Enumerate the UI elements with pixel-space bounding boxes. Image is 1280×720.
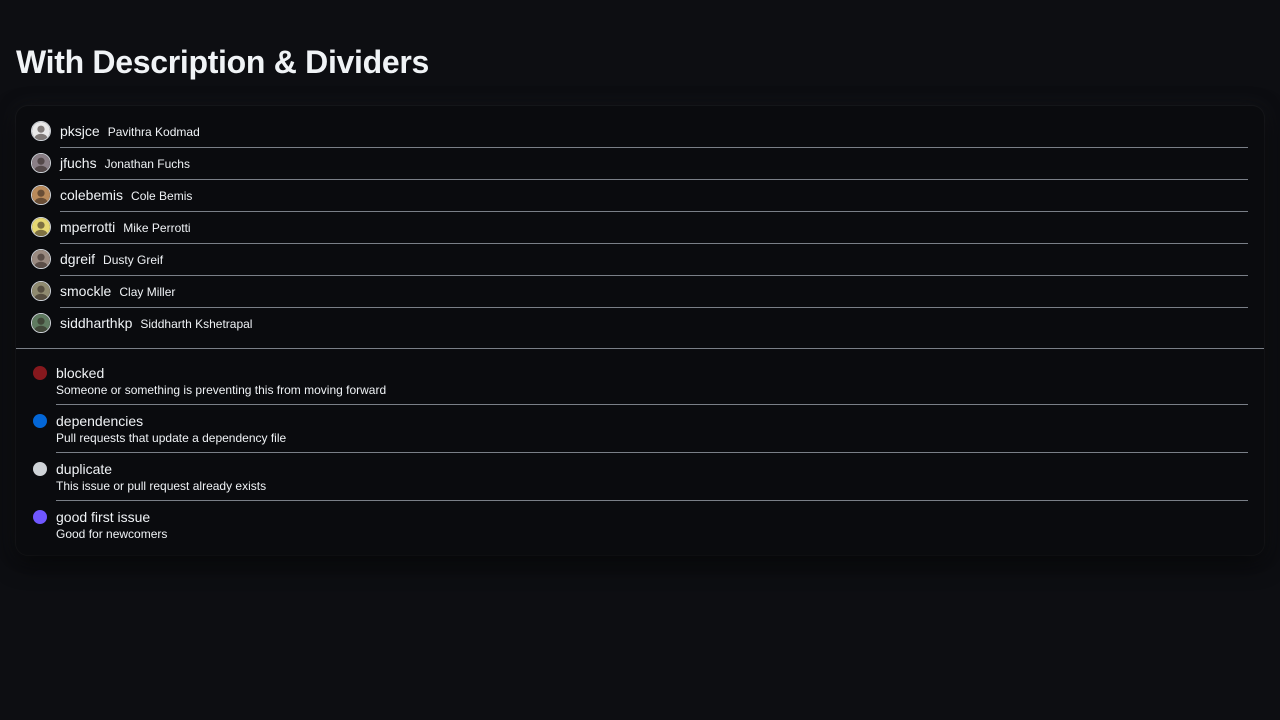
user-text: jfuchs Jonathan Fuchs xyxy=(60,155,190,172)
user-text: mperrotti Mike Perrotti xyxy=(60,219,191,236)
avatar-siddharthkp-icon xyxy=(32,314,50,332)
list-item-user[interactable]: mperrotti Mike Perrotti xyxy=(16,212,1264,244)
list-item-label[interactable]: blocked Someone or something is preventin… xyxy=(16,357,1264,405)
avatar xyxy=(31,121,51,141)
user-full-name: Cole Bemis xyxy=(131,189,193,203)
avatar-colebemis-icon xyxy=(32,186,50,204)
label-color-dot-icon xyxy=(33,462,47,476)
label-group: blocked Someone or something is preventin… xyxy=(16,349,1264,549)
avatar xyxy=(31,313,51,333)
avatar xyxy=(31,217,51,237)
list-item-user[interactable]: dgreif Dusty Greif xyxy=(16,244,1264,276)
user-login: dgreif xyxy=(60,251,96,267)
user-full-name: Jonathan Fuchs xyxy=(104,157,190,171)
user-text: smockle Clay Miller xyxy=(60,283,175,300)
avatar-mperrotti-icon xyxy=(32,218,50,236)
list-item-user[interactable]: colebemis Cole Bemis xyxy=(16,180,1264,212)
list-item-label[interactable]: duplicate This issue or pull request alre… xyxy=(16,453,1264,501)
label-name: dependencies xyxy=(56,413,144,429)
list-item-user[interactable]: smockle Clay Miller xyxy=(16,276,1264,308)
avatar xyxy=(31,185,51,205)
label-name: duplicate xyxy=(56,461,113,477)
label-color-dot-icon xyxy=(33,510,47,524)
label-description: Good for newcomers xyxy=(56,527,168,541)
user-full-name: Mike Perrotti xyxy=(123,221,191,235)
avatar xyxy=(31,249,51,269)
user-group: pksjce Pavithra Kodmad jfuchs Jonathan Fuch… xyxy=(16,106,1264,340)
user-full-name: Siddharth Kshetrapal xyxy=(140,317,253,331)
user-login: pksjce xyxy=(60,123,100,139)
label-name: good first issue xyxy=(56,509,151,525)
list-item-label[interactable]: good first issue Good for newcomers xyxy=(16,501,1264,549)
list-item-user[interactable]: siddharthkp Siddharth Kshetrapal xyxy=(16,308,1264,340)
user-full-name: Pavithra Kodmad xyxy=(107,125,200,139)
user-login: siddharthkp xyxy=(60,315,133,331)
label-color-dot-icon xyxy=(33,414,47,428)
avatar-dgreif-icon xyxy=(32,250,50,268)
user-login: colebemis xyxy=(60,187,124,203)
action-list: pksjce Pavithra Kodmad jfuchs Jonathan Fuch… xyxy=(16,106,1264,555)
avatar xyxy=(31,153,51,173)
label-description: Someone or something is preventing this … xyxy=(56,383,387,397)
label-description: This issue or pull request already exist… xyxy=(56,479,267,493)
avatar-smockle-icon xyxy=(32,282,50,300)
user-text: pksjce Pavithra Kodmad xyxy=(60,123,200,140)
avatar-jfuchs-icon xyxy=(32,154,50,172)
user-text: siddharthkp Siddharth Kshetrapal xyxy=(60,315,252,332)
user-full-name: Clay Miller xyxy=(119,285,176,299)
list-item-user[interactable]: pksjce Pavithra Kodmad xyxy=(16,116,1264,148)
user-login: smockle xyxy=(60,283,112,299)
avatar xyxy=(31,281,51,301)
label-description: Pull requests that update a dependency f… xyxy=(56,431,287,445)
label-color-dot-icon xyxy=(33,366,47,380)
user-text: colebemis Cole Bemis xyxy=(60,187,192,204)
label-name: blocked xyxy=(56,365,105,381)
list-item-user[interactable]: jfuchs Jonathan Fuchs xyxy=(16,148,1264,180)
list-item-label[interactable]: dependencies Pull requests that update a … xyxy=(16,405,1264,453)
avatar-pksjce-icon xyxy=(32,122,50,140)
page-title: With Description & Dividers xyxy=(16,44,430,80)
user-full-name: Dusty Greif xyxy=(103,253,164,267)
user-login: mperrotti xyxy=(60,219,116,235)
user-login: jfuchs xyxy=(60,155,97,171)
user-text: dgreif Dusty Greif xyxy=(60,251,163,268)
